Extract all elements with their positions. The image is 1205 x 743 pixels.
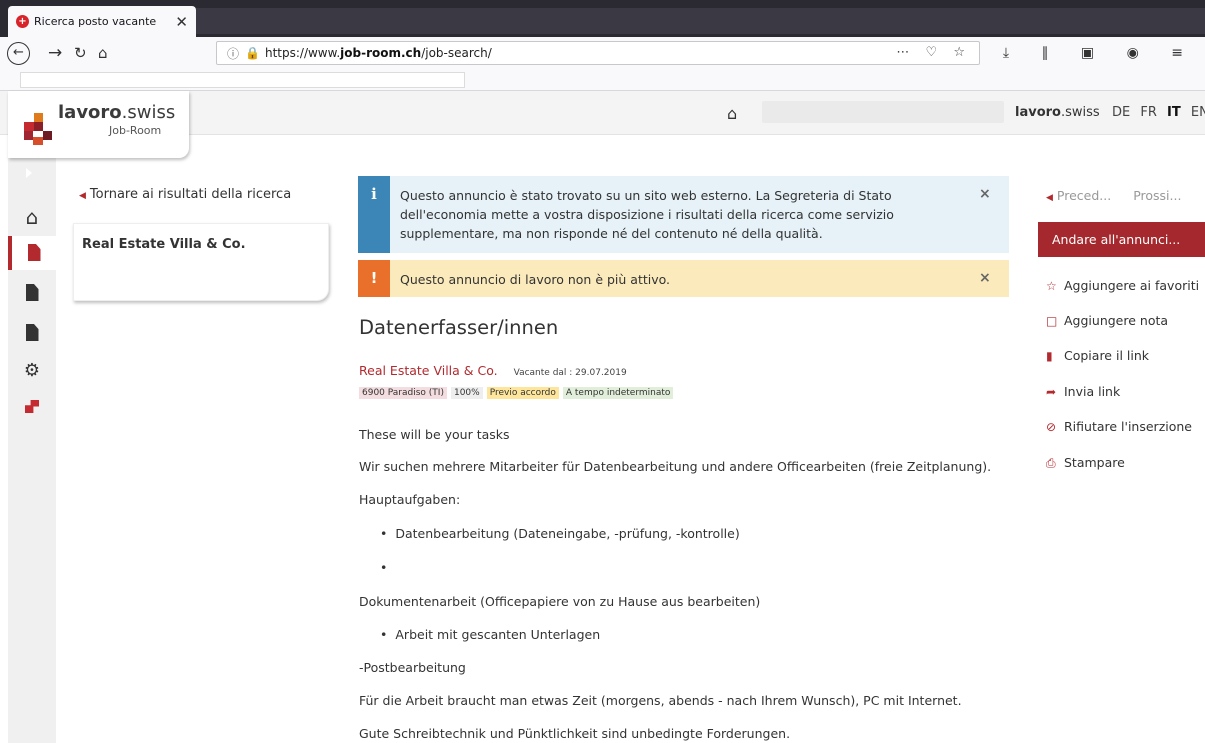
- add-note-action[interactable]: □ Aggiungere nota: [1046, 313, 1168, 328]
- logo-title: lavoro.swiss: [58, 102, 176, 123]
- job-title: Datenerfasser/innen: [359, 316, 559, 339]
- warning-alert: ! Questo annuncio di lavoro non è più at…: [358, 260, 1009, 297]
- lang-de[interactable]: DE: [1112, 105, 1130, 120]
- sidebar-item-settings[interactable]: ⚙: [8, 354, 56, 388]
- gear-icon: ⚙: [23, 360, 41, 381]
- sidebar-item-logo[interactable]: [8, 390, 56, 424]
- caret-left-icon: ◀: [1046, 193, 1053, 203]
- logo-card[interactable]: lavoro.swiss Job-Room: [8, 91, 189, 158]
- info-icon: i: [358, 176, 390, 253]
- company-card-title: Real Estate Villa & Co.: [82, 237, 246, 252]
- starred-document-icon: [25, 324, 39, 341]
- sidebar: ⌂ ⚙: [8, 158, 56, 743]
- close-tab-icon[interactable]: ✕: [175, 13, 188, 31]
- tabbar-background: [196, 8, 1205, 34]
- description-paragraph: -Postbearbeitung: [359, 660, 466, 675]
- lang-en[interactable]: EN: [1191, 105, 1205, 120]
- home-icon[interactable]: ⌂: [727, 104, 737, 123]
- copy-icon: ▮: [1046, 349, 1053, 363]
- swiss-flag-icon: +: [16, 15, 29, 28]
- lavoro-small-logo-icon: [25, 400, 39, 413]
- header-brand[interactable]: lavoro.swiss: [1015, 105, 1100, 120]
- job-search-icon: [27, 244, 41, 261]
- ban-icon: ⊘: [1046, 420, 1057, 434]
- tag-start: Previo accordo: [486, 387, 559, 399]
- next-link[interactable]: Prossi...: [1133, 188, 1181, 203]
- company-card[interactable]: Real Estate Villa & Co.: [73, 223, 329, 301]
- browser-tab[interactable]: + Ricerca posto vacante ✕: [8, 6, 196, 37]
- browser-toolbar-icons[interactable]: ⤓ ∥ ▣ ◉ ≡: [1003, 45, 1197, 61]
- tag-workload: 100%: [450, 387, 483, 399]
- caret-left-icon: ◀: [79, 191, 86, 201]
- pager: ◀ Preced... Prossi...: [1046, 188, 1181, 203]
- note-icon: □: [1046, 314, 1058, 328]
- send-link-action[interactable]: ➦ Invia link: [1046, 384, 1120, 399]
- forward-button[interactable]: →: [48, 42, 62, 64]
- bookmark-bar: [0, 69, 1205, 91]
- warning-alert-text: Questo annuncio di lavoro non è più atti…: [400, 272, 671, 287]
- job-tags: 6900 Paradiso (TI) 100% Previo accordo A…: [359, 387, 674, 399]
- header-search-field[interactable]: [762, 101, 1004, 123]
- url-text: https://www.job-room.ch/job-search/: [264, 46, 492, 60]
- description-paragraph: Gute Schreibtechnik und Pünktlichkeit si…: [359, 726, 791, 741]
- print-action[interactable]: ⎙ Stampare: [1046, 455, 1125, 471]
- sidebar-expand[interactable]: [8, 158, 56, 192]
- home-icon: ⌂: [25, 205, 39, 229]
- back-to-results-link[interactable]: ◀ Tornare ai risultati della ricerca: [79, 187, 291, 202]
- close-icon[interactable]: ×: [979, 176, 1009, 253]
- copy-link-action[interactable]: ▮ Copiare il link: [1046, 348, 1149, 363]
- info-alert: i Questo annuncio è stato trovato su un …: [358, 176, 1009, 253]
- lavoro-logo-icon: [24, 113, 60, 145]
- description-paragraph: Wir suchen mehrere Mitarbeiter für Daten…: [359, 459, 992, 474]
- url-bar[interactable]: ⓘ 🔒 https://www.job-room.ch/job-search/ …: [216, 41, 980, 65]
- sidebar-item-home[interactable]: ⌂: [8, 200, 56, 234]
- description-bullet: Datenbearbeitung (Dateneingabe, -prüfung…: [380, 526, 739, 541]
- info-icon[interactable]: ⓘ: [227, 45, 239, 62]
- company-line: Real Estate Villa & Co. Vacante dal : 29…: [359, 363, 627, 378]
- lang-fr[interactable]: FR: [1140, 105, 1157, 120]
- sidebar-item-favorites[interactable]: [8, 316, 56, 350]
- sidebar-item-documents[interactable]: [8, 276, 56, 310]
- tag-location: 6900 Paradiso (TI): [359, 387, 447, 399]
- go-to-ad-button[interactable]: Andare all'annunci...: [1038, 222, 1205, 257]
- language-switcher: DE FR IT EN: [1112, 105, 1205, 120]
- page-actions-icons[interactable]: ⋯ ♡ ☆: [896, 45, 971, 60]
- browser-navbar: ← → ↻ ⌂ ⓘ 🔒 https://www.job-room.ch/job-…: [0, 37, 1205, 69]
- description-bullet: [380, 560, 395, 575]
- bookmark-field[interactable]: [20, 72, 465, 88]
- vacancy-date: Vacante dal : 29.07.2019: [513, 368, 627, 378]
- print-icon: ⎙: [1046, 456, 1056, 470]
- description-bullet: Arbeit mit gescanten Unterlagen: [380, 627, 600, 642]
- add-favorite-action[interactable]: ☆ Aggiungere ai favoriti: [1046, 278, 1199, 293]
- lang-it[interactable]: IT: [1167, 105, 1181, 120]
- lock-icon: 🔒: [245, 46, 260, 60]
- document-icon: [25, 284, 39, 301]
- logo-subtitle: Job-Room: [109, 124, 162, 137]
- star-icon: ☆: [1046, 279, 1057, 293]
- expand-arrow-icon: [26, 168, 32, 178]
- description-paragraph: Hauptaufgaben:: [359, 492, 461, 507]
- previous-link[interactable]: ◀ Preced...: [1046, 188, 1111, 203]
- reload-button[interactable]: ↻: [74, 42, 87, 64]
- warning-icon: !: [358, 260, 390, 297]
- description-paragraph: Dokumentenarbeit (Officepapiere von zu H…: [359, 594, 761, 609]
- tab-title: Ricerca posto vacante: [34, 15, 157, 28]
- description-paragraph: Für die Arbeit braucht man etwas Zeit (m…: [359, 693, 962, 708]
- close-icon[interactable]: ×: [979, 260, 1009, 297]
- back-button[interactable]: ←: [7, 42, 30, 65]
- browser-tabbar: + Ricerca posto vacante ✕: [0, 0, 1205, 37]
- share-arrow-icon: ➦: [1046, 385, 1057, 399]
- home-button[interactable]: ⌂: [98, 42, 108, 64]
- reject-action[interactable]: ⊘ Rifiutare l'inserzione: [1046, 419, 1192, 434]
- description-paragraph: These will be your tasks: [359, 427, 510, 442]
- company-name-link[interactable]: Real Estate Villa & Co.: [359, 363, 498, 378]
- sidebar-item-job-search[interactable]: [8, 236, 56, 270]
- info-alert-text: Questo annuncio è stato trovato su un si…: [400, 188, 894, 241]
- tag-contract: A tempo indeterminato: [562, 387, 674, 399]
